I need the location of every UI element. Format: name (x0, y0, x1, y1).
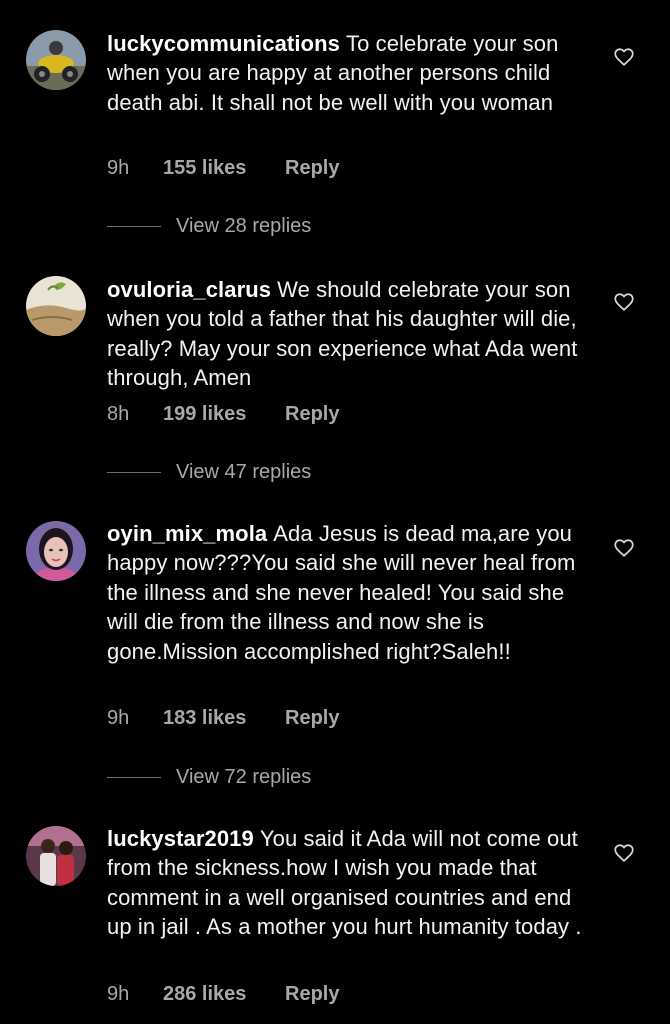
view-replies-button[interactable]: View 28 replies (107, 213, 311, 239)
avatar[interactable] (26, 30, 86, 90)
avatar[interactable] (26, 276, 86, 336)
avatar-photo-motorbike (26, 30, 86, 90)
view-replies-label: View 72 replies (176, 765, 312, 788)
view-replies-button[interactable]: View 47 replies (107, 459, 311, 485)
reply-button[interactable]: Reply (285, 403, 339, 426)
comment-text: ovuloria_clarus We should celebrate your … (107, 275, 597, 393)
reply-button[interactable]: Reply (285, 983, 339, 1006)
heart-outline-icon[interactable] (613, 46, 635, 68)
comment-likes[interactable]: 155 likes (163, 157, 285, 180)
view-replies-button[interactable]: View 72 replies (107, 764, 311, 790)
avatar-photo-sand (26, 276, 86, 336)
view-replies-label: View 28 replies (176, 214, 312, 237)
heart-outline-icon[interactable] (613, 291, 635, 313)
avatar[interactable] (26, 521, 86, 581)
comment-text: luckystar2019 You said it Ada will not co… (107, 824, 597, 942)
comment-time: 9h (107, 706, 130, 729)
comment-username[interactable]: ovuloria_clarus (107, 277, 271, 302)
reply-button[interactable]: Reply (285, 707, 339, 730)
divider-line (107, 471, 161, 473)
divider-line (107, 776, 161, 778)
avatar-photo-couple (26, 826, 86, 886)
comment-meta: 9h 286 likes Reply (107, 981, 339, 1007)
comment-username[interactable]: luckystar2019 (107, 826, 254, 851)
reply-button[interactable]: Reply (285, 157, 339, 180)
comment-meta: 9h 183 likes Reply (107, 705, 339, 731)
comment-likes[interactable]: 199 likes (163, 403, 285, 426)
comment-username[interactable]: luckycommunications (107, 31, 340, 56)
comment-likes[interactable]: 183 likes (163, 707, 285, 730)
heart-outline-icon[interactable] (613, 537, 635, 559)
comment-username[interactable]: oyin_mix_mola (107, 521, 267, 546)
view-replies-label: View 47 replies (176, 460, 312, 483)
divider-line (107, 225, 161, 227)
comment-text: oyin_mix_mola Ada Jesus is dead ma,are yo… (107, 519, 597, 666)
comment-meta: 8h 199 likes Reply (107, 401, 339, 427)
avatar[interactable] (26, 826, 86, 886)
comment-meta: 9h 155 likes Reply (107, 155, 339, 181)
heart-outline-icon[interactable] (613, 842, 635, 864)
comment-time: 9h (107, 156, 130, 179)
comment-time: 9h (107, 982, 130, 1005)
comment-text: luckycommunications To celebrate your son… (107, 29, 597, 117)
comment-likes[interactable]: 286 likes (163, 983, 285, 1006)
avatar-photo-woman (26, 521, 86, 581)
comment-time: 8h (107, 402, 130, 425)
